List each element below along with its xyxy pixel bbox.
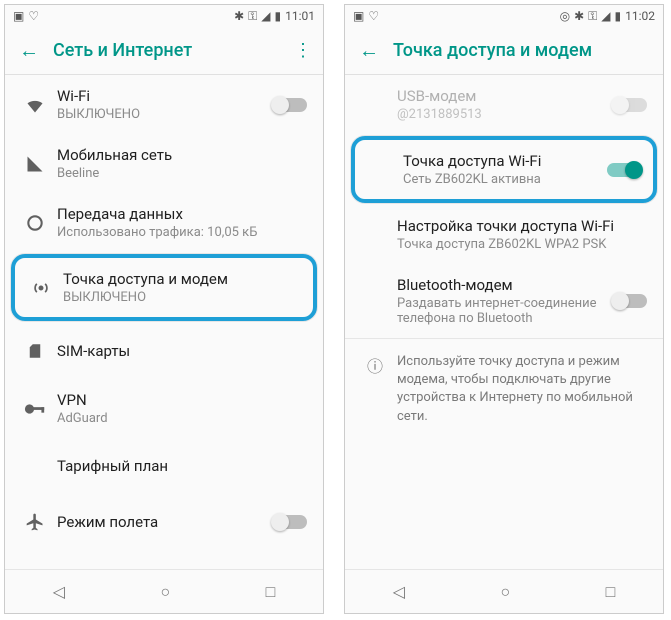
row-subtitle: ВЫКЛЮЧЕНО [57,107,273,122]
info-text: Используйте точку доступа и режим модема… [397,353,647,426]
key-icon: ⚿ [248,9,257,24]
row-title: Bluetooth-модем [397,276,613,294]
nav-recents-button[interactable]: □ [606,582,616,602]
hotspot-status-icon: ◎ [560,9,570,23]
nav-back-button[interactable]: ◁ [53,582,65,601]
usb-tethering-toggle [613,98,647,112]
signal-icon [13,155,57,173]
nav-home-button[interactable]: ○ [160,582,170,602]
row-subtitle: Точка доступа ZB602KL WPA2 PSK [397,237,647,252]
row-subtitle: ВЫКЛЮЧЕНО [63,290,301,305]
app-bar: ← Точка доступа и модем [345,27,663,75]
highlight-tethering: Точка доступа и модем ВЫКЛЮЧЕНО [11,254,317,321]
back-button[interactable]: ← [13,38,45,63]
row-title: Точка доступа и модем [63,270,301,288]
image-icon: ▣ [353,9,364,23]
row-title: USB-модем [397,87,613,105]
settings-list: Wi-Fi ВЫКЛЮЧЕНО Мобильная сеть Beeline П… [5,75,323,569]
signal-icon: ◢ [601,9,610,23]
nav-recents-button[interactable]: □ [266,582,276,602]
phone-right: ▣ ♡ ◎ ✱ ⚿ ◢ ▮ 11:02 ← Точка доступа и мо… [344,4,664,614]
clock-text: 11:02 [625,9,655,23]
info-icon: ⓘ [353,353,397,426]
row-title: Wi-Fi [57,87,273,105]
nav-back-button[interactable]: ◁ [393,582,405,601]
row-wifi-hotspot[interactable]: Точка доступа Wi-Fi Сеть ZB602KL активна [355,140,653,199]
row-title: Передача данных [57,205,307,223]
row-sim-cards[interactable]: SIM-карты [5,323,323,379]
row-bluetooth-tethering[interactable]: Bluetooth-модем Раздавать интернет-соеди… [345,264,663,338]
key-icon: ⚿ [588,9,597,24]
wifi-toggle[interactable] [273,98,307,112]
row-title: Настройка точки доступа Wi-Fi [397,217,647,235]
back-button[interactable]: ← [353,38,385,63]
airplane-icon [13,512,57,532]
row-subtitle: Раздавать интернет-соединение телефона п… [397,296,613,326]
shield-icon: ♡ [28,9,39,23]
row-data-usage[interactable]: Передача данных Использовано трафика: 10… [5,193,323,252]
highlight-wifi-hotspot: Точка доступа Wi-Fi Сеть ZB602KL активна [351,136,657,203]
row-hotspot-setup[interactable]: Настройка точки доступа Wi-Fi Точка дост… [345,205,663,264]
signal-icon: ◢ [261,9,270,23]
phone-left: ▣ ♡ ✱ ⚿ ◢ ▮ 11:01 ← Сеть и Интернет ⋮ Wi… [4,4,324,614]
row-usb-tethering: USB-модем @2131889513 [345,75,663,134]
row-subtitle: AdGuard [57,411,307,426]
bluetooth-tethering-toggle[interactable] [613,294,647,308]
row-title: Тарифный план [57,457,307,475]
info-footer: ⓘ Используйте точку доступа и режим моде… [345,338,663,440]
vpn-key-icon [13,403,57,415]
status-bar: ▣ ♡ ✱ ⚿ ◢ ▮ 11:01 [5,5,323,27]
row-subtitle: Использовано трафика: 10,05 кБ [57,225,307,240]
row-mobile-network[interactable]: Мобильная сеть Beeline [5,134,323,193]
clock-text: 11:01 [285,9,315,23]
app-bar: ← Сеть и Интернет ⋮ [5,27,323,75]
battery-icon: ▮ [615,9,622,23]
row-wifi[interactable]: Wi-Fi ВЫКЛЮЧЕНО [5,75,323,134]
settings-list: USB-модем @2131889513 Точка доступа Wi-F… [345,75,663,569]
overflow-menu-button[interactable]: ⋮ [291,40,315,61]
row-title: SIM-карты [57,342,307,360]
wifi-hotspot-toggle[interactable] [607,163,641,177]
status-bar: ▣ ♡ ◎ ✱ ⚿ ◢ ▮ 11:02 [345,5,663,27]
nav-home-button[interactable]: ○ [500,582,510,602]
page-title: Сеть и Интернет [45,40,291,61]
shield-icon: ♡ [368,9,379,23]
row-subtitle: Сеть ZB602KL активна [403,172,607,187]
bluetooth-icon: ✱ [574,9,584,23]
nav-bar: ◁ ○ □ [5,569,323,613]
row-vpn[interactable]: VPN AdGuard [5,379,323,438]
data-usage-icon [13,213,57,233]
image-icon: ▣ [13,9,24,23]
bluetooth-icon: ✱ [234,9,244,23]
row-title: VPN [57,391,307,409]
row-title: Точка доступа Wi-Fi [403,152,607,170]
airplane-toggle[interactable] [273,515,307,529]
sim-icon [13,342,57,360]
page-title: Точка доступа и модем [385,40,655,61]
row-title: Мобильная сеть [57,146,307,164]
row-subtitle: Beeline [57,166,307,181]
nav-bar: ◁ ○ □ [345,569,663,613]
wifi-icon [13,95,57,115]
row-data-plan[interactable]: Тарифный план [5,438,323,494]
row-airplane-mode[interactable]: Режим полета [5,494,323,550]
row-title: Режим полета [57,513,273,531]
hotspot-icon [19,278,63,298]
row-tethering[interactable]: Точка доступа и модем ВЫКЛЮЧЕНО [15,258,313,317]
battery-icon: ▮ [275,9,282,23]
row-subtitle: @2131889513 [397,107,613,122]
